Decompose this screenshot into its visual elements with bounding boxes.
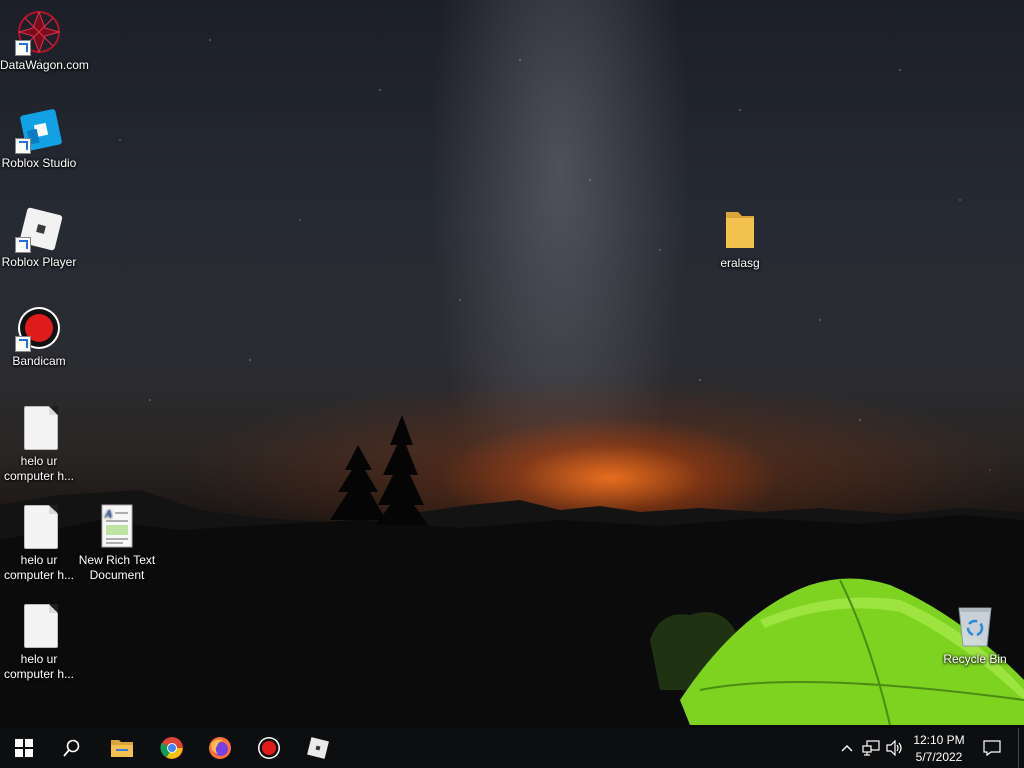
roblox-player-icon — [15, 205, 63, 253]
desktop-icon-roblox-player[interactable]: Roblox Player — [0, 205, 78, 270]
search-icon — [63, 739, 80, 757]
text-file-icon — [15, 404, 63, 452]
desktop-icon-label: helo ur computer h... — [3, 454, 75, 483]
roblox-studio-icon — [15, 106, 63, 154]
tray-show-hidden-icons[interactable] — [836, 728, 858, 768]
desktop-icon-label: Roblox Studio — [1, 156, 77, 170]
shortcut-arrow-icon — [15, 138, 31, 154]
roblox-icon — [307, 737, 329, 759]
taskbar-firefox[interactable] — [196, 728, 244, 768]
taskbar: 12:10 PM 5/7/2022 — [0, 728, 1024, 768]
tray-clock[interactable]: 12:10 PM 5/7/2022 — [908, 728, 970, 768]
start-icon — [15, 739, 33, 757]
taskbar-file-explorer[interactable] — [98, 728, 146, 768]
clock-date: 5/7/2022 — [915, 750, 963, 764]
desktop-icon-label: Roblox Player — [1, 255, 77, 269]
desktop-icon-folder-eralasg[interactable]: eralasg — [701, 206, 779, 271]
datawagon-logo-icon — [15, 8, 63, 56]
desktop-icon-text-file-2[interactable]: helo ur computer h... — [0, 503, 78, 583]
firefox-icon — [209, 737, 231, 759]
desktop-icon-text-file-3[interactable]: helo ur computer h... — [0, 602, 78, 682]
tray-volume[interactable] — [883, 728, 907, 768]
desktop-icon-label: Bandicam — [12, 354, 66, 368]
text-file-icon — [15, 503, 63, 551]
taskbar-bandicam[interactable] — [245, 728, 293, 768]
folder-icon — [716, 206, 764, 254]
notification-icon — [983, 740, 1001, 756]
desktop-icon-label: eralasg — [720, 256, 760, 270]
desktop-icon-rich-text-document[interactable]: A New Rich Text Document — [78, 503, 156, 583]
shortcut-arrow-icon — [15, 336, 31, 352]
chrome-icon — [160, 737, 183, 759]
desktop-icon-label: New Rich Text Document — [78, 553, 156, 582]
svg-text:A: A — [104, 508, 112, 520]
recycle-bin-icon — [951, 602, 999, 650]
desktop-icon-recycle-bin[interactable]: Recycle Bin — [936, 602, 1014, 667]
taskbar-chrome[interactable] — [148, 728, 196, 768]
bandicam-icon — [15, 304, 63, 352]
text-file-icon — [15, 602, 63, 650]
tray-network[interactable] — [859, 728, 883, 768]
desktop-icon-datawagon[interactable]: DataWagon.com — [0, 8, 89, 73]
desktop-icon-text-file-1[interactable]: helo ur computer h... — [0, 404, 78, 484]
desktop-icon-label: helo ur computer h... — [3, 553, 75, 582]
desktop[interactable]: DataWagon.com Roblox Studio Roblox Playe… — [0, 0, 1024, 728]
clock-time: 12:10 PM — [913, 733, 965, 747]
volume-icon — [886, 740, 902, 756]
desktop-icon-bandicam[interactable]: Bandicam — [0, 304, 78, 369]
network-icon — [862, 740, 880, 756]
desktop-icon-roblox-studio[interactable]: Roblox Studio — [0, 106, 78, 171]
search-button[interactable] — [48, 728, 96, 768]
file-explorer-icon — [111, 740, 133, 757]
desktop-icon-label: DataWagon.com — [0, 58, 89, 72]
rich-text-document-icon: A — [93, 503, 141, 551]
taskbar-roblox[interactable] — [294, 728, 342, 768]
tray-action-center[interactable] — [972, 728, 1012, 768]
shortcut-arrow-icon — [15, 40, 31, 56]
desktop-icon-label: helo ur computer h... — [3, 652, 75, 681]
start-button[interactable] — [0, 728, 48, 768]
chevron-up-icon — [841, 745, 853, 752]
bandicam-icon — [258, 737, 280, 759]
desktop-icon-label: Recycle Bin — [943, 652, 1007, 666]
show-desktop-button[interactable] — [1018, 728, 1024, 768]
shortcut-arrow-icon — [15, 237, 31, 253]
wallpaper-landscape — [0, 415, 1024, 728]
